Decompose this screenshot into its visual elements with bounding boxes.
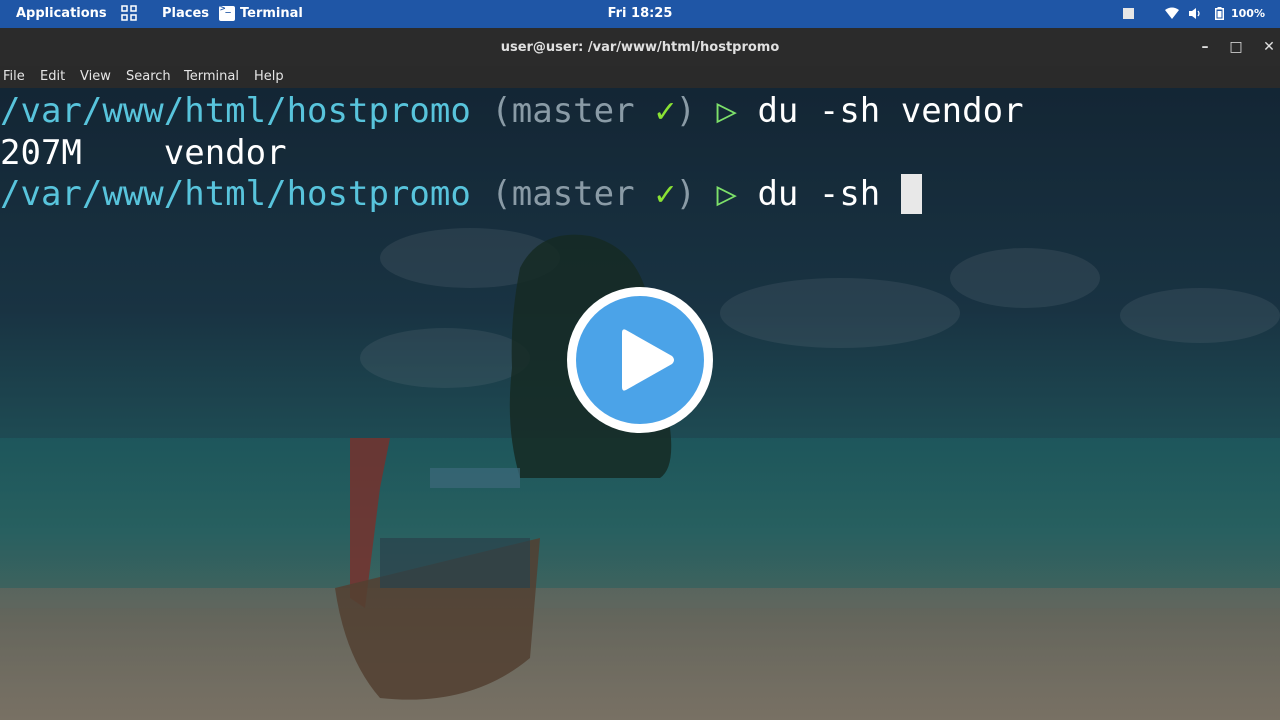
minimize-icon[interactable]: – bbox=[1194, 36, 1216, 58]
prompt-branch-close: ) bbox=[675, 174, 697, 214]
prompt-branch: (master bbox=[470, 174, 656, 214]
menu-bar: File Edit View Search Terminal Help bbox=[0, 66, 1280, 88]
menu-view[interactable]: View bbox=[80, 69, 111, 84]
command-input[interactable]: du -sh bbox=[757, 174, 900, 214]
menu-terminal[interactable]: Terminal bbox=[184, 69, 239, 84]
terminal-output-line: 207M vendor bbox=[0, 132, 287, 174]
menu-file[interactable]: File bbox=[3, 69, 25, 84]
clock[interactable]: Fri 18:25 bbox=[0, 6, 1280, 21]
prompt-branch-close: ) bbox=[675, 91, 697, 131]
check-icon: ✓ bbox=[655, 91, 676, 131]
volume-icon[interactable] bbox=[1188, 7, 1202, 20]
battery-percentage: 100% bbox=[1231, 7, 1265, 20]
prompt-arrow-icon: ▷ bbox=[696, 174, 758, 214]
window-title: user@user: /var/www/html/hostpromo bbox=[500, 40, 780, 55]
prompt-arrow-icon: ▷ bbox=[696, 91, 758, 131]
top-panel: Applications Places Terminal Fri 18:25 1… bbox=[0, 0, 1280, 28]
check-icon: ✓ bbox=[655, 174, 676, 214]
terminal-line-1: /var/www/html/hostpromo (master ✓) ▷ du … bbox=[0, 90, 1024, 132]
window-title-bar[interactable]: user@user: /var/www/html/hostpromo – □ ✕ bbox=[0, 28, 1280, 66]
play-icon bbox=[622, 329, 674, 391]
box-icon[interactable] bbox=[1123, 8, 1134, 19]
prompt-path: /var/www/html/hostpromo bbox=[0, 91, 471, 131]
maximize-icon[interactable]: □ bbox=[1225, 36, 1247, 58]
prompt-path: /var/www/html/hostpromo bbox=[0, 174, 471, 214]
command-output: 207M vendor bbox=[0, 133, 287, 173]
battery-icon[interactable] bbox=[1215, 7, 1224, 20]
menu-search[interactable]: Search bbox=[126, 69, 171, 84]
command-text: du -sh vendor bbox=[757, 91, 1024, 131]
wifi-icon[interactable] bbox=[1165, 7, 1179, 19]
play-button-circle bbox=[576, 296, 704, 424]
text-cursor bbox=[900, 174, 922, 214]
prompt-branch: (master bbox=[470, 91, 656, 131]
close-icon[interactable]: ✕ bbox=[1258, 36, 1280, 58]
terminal-line-3: /var/www/html/hostpromo (master ✓) ▷ du … bbox=[0, 173, 922, 215]
menu-edit[interactable]: Edit bbox=[40, 69, 65, 84]
menu-help[interactable]: Help bbox=[254, 69, 284, 84]
play-button[interactable] bbox=[567, 287, 713, 433]
